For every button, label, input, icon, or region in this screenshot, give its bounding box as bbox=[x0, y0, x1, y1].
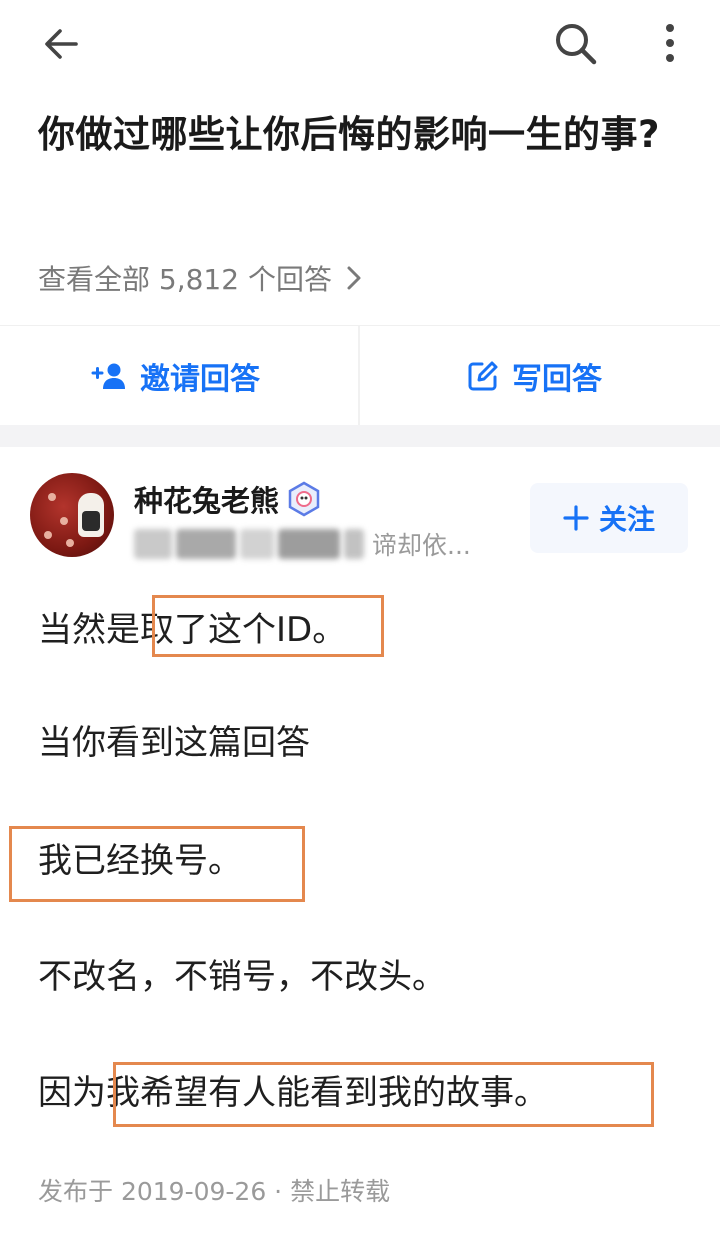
answer-paragraph: 当你看到这篇回答 bbox=[38, 723, 310, 763]
verified-badge-icon bbox=[288, 481, 320, 517]
blurred-text bbox=[176, 529, 236, 559]
write-answer-button[interactable]: 写回答 bbox=[466, 326, 602, 426]
plus-icon bbox=[563, 505, 589, 531]
follow-button[interactable]: 关注 bbox=[530, 483, 688, 553]
answer-text: 当然是 bbox=[38, 610, 140, 650]
blurred-text bbox=[344, 529, 364, 559]
top-bar bbox=[0, 0, 720, 90]
avatar-pattern bbox=[66, 539, 74, 547]
author-name: 种花兔老熊 bbox=[134, 484, 280, 518]
highlight-box bbox=[113, 1062, 654, 1127]
section-divider bbox=[0, 425, 720, 447]
actions-divider bbox=[358, 326, 360, 426]
write-answer-label: 写回答 bbox=[512, 362, 602, 397]
question-actions: 邀请回答 写回答 bbox=[0, 325, 720, 426]
answer-text: 因为 bbox=[38, 1073, 106, 1113]
blurred-text bbox=[134, 529, 172, 559]
back-arrow-icon[interactable] bbox=[40, 22, 84, 66]
more-vertical-icon[interactable] bbox=[652, 18, 688, 68]
invite-answer-label: 邀请回答 bbox=[140, 362, 260, 397]
edit-icon bbox=[468, 361, 498, 391]
blurred-text bbox=[240, 529, 274, 559]
avatar-pattern bbox=[44, 531, 52, 539]
invite-user-icon bbox=[91, 363, 125, 389]
blurred-text bbox=[278, 529, 340, 559]
answer-meta: 发布于 2019-09-26 · 禁止转载 bbox=[38, 1177, 391, 1206]
author-bio: 谛却依... bbox=[134, 526, 471, 562]
question-title[interactable]: 你做过哪些让你后悔的影响一生的事? bbox=[38, 104, 678, 166]
author-bio-text: 谛却依... bbox=[372, 531, 471, 560]
author-name-row[interactable]: 种花兔老熊 bbox=[134, 478, 323, 520]
follow-label: 关注 bbox=[598, 503, 655, 536]
view-all-answers-link[interactable]: 查看全部 5,812 个回答 bbox=[38, 252, 364, 304]
highlight-box bbox=[152, 595, 384, 657]
avatar[interactable] bbox=[30, 473, 114, 557]
highlight-box bbox=[9, 826, 305, 902]
avatar-pattern bbox=[60, 517, 68, 525]
chevron-right-icon bbox=[347, 266, 361, 290]
view-all-label: 查看全部 5,812 个回答 bbox=[38, 263, 332, 296]
avatar-figure bbox=[82, 511, 100, 531]
search-icon[interactable] bbox=[550, 18, 600, 68]
answer-paragraph: 不改名，不销号，不改头。 bbox=[38, 957, 446, 997]
invite-answer-button[interactable]: 邀请回答 bbox=[90, 326, 260, 426]
avatar-pattern bbox=[48, 493, 56, 501]
